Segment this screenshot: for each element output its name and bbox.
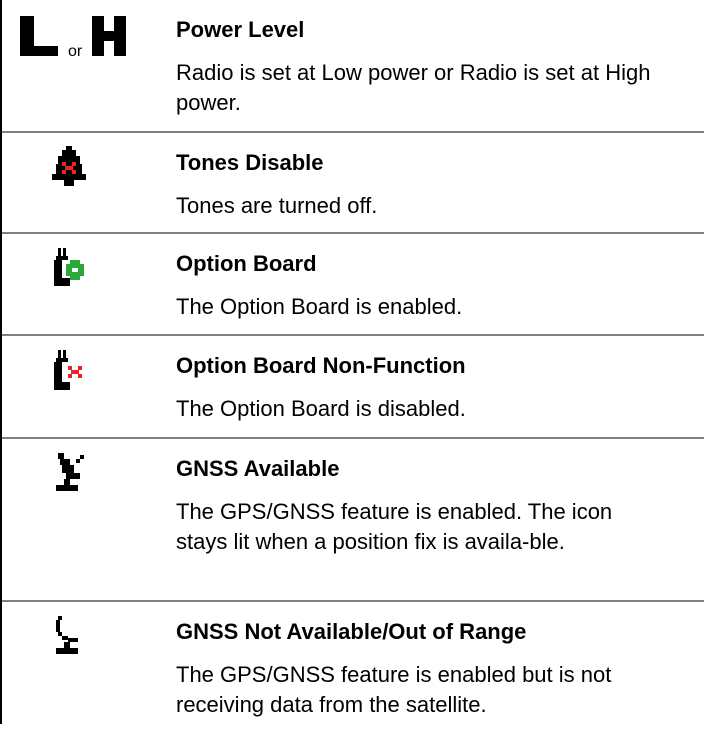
row-title: Tones Disable: [176, 150, 324, 175]
row-title: Power Level: [176, 17, 305, 42]
table-row: or Power Level Radio is set at Low power…: [2, 0, 704, 133]
status-icon-table: or Power Level Radio is set at Low power…: [2, 0, 704, 726]
row-description: The Option Board is enabled.: [176, 294, 463, 319]
row-description: The Option Board is disabled.: [176, 396, 466, 421]
table-row: Option Board The Option Board is enabled…: [2, 234, 704, 336]
or-text: or: [68, 43, 83, 60]
tones-disable-bell-icon: [52, 146, 86, 186]
table-row: GNSS Available The GPS/GNSS feature is e…: [2, 439, 704, 602]
table-row: GNSS Not Available/Out of Range The GPS/…: [2, 602, 704, 726]
table-row: Tones Disable Tones are turned off.: [2, 133, 704, 234]
row-title: GNSS Available: [176, 456, 340, 481]
gnss-available-satellite-dish-icon: [56, 453, 84, 491]
option-board-enabled-icon: [54, 248, 84, 286]
row-title: Option Board Non-Function: [176, 353, 466, 378]
row-title: GNSS Not Available/Out of Range: [176, 619, 527, 644]
row-description: Tones are turned off.: [176, 193, 378, 218]
high-power-icon: [92, 16, 126, 56]
row-title: Option Board: [176, 251, 317, 276]
row-description: The GPS/GNSS feature is enabled but is n…: [176, 662, 612, 717]
table-row: Option Board Non-Function The Option Boa…: [2, 336, 704, 439]
low-power-icon: [20, 16, 58, 56]
gnss-not-available-satellite-dish-icon: [56, 616, 78, 654]
row-description: Radio is set at Low power or Radio is se…: [176, 60, 651, 115]
row-description: The GPS/GNSS feature is enabled. The ico…: [176, 499, 613, 554]
option-board-disabled-icon: [54, 350, 82, 390]
